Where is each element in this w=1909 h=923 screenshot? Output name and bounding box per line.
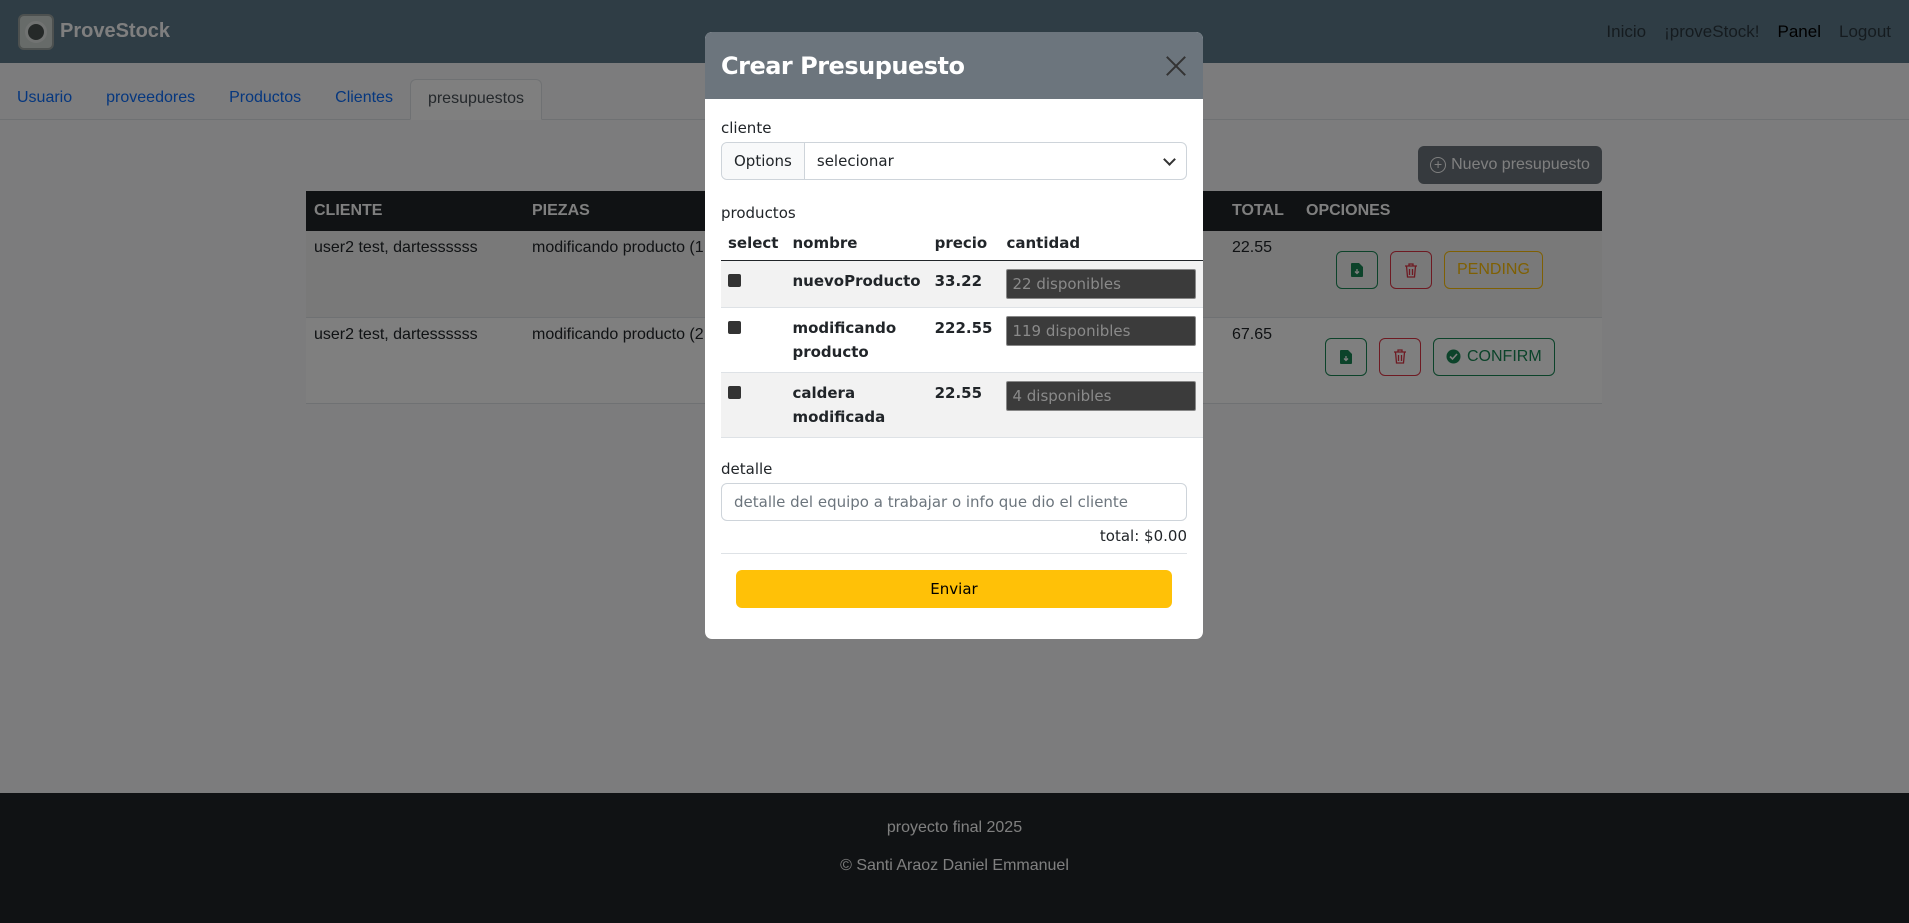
- modal-body: cliente Options selecionar productos sel…: [705, 119, 1203, 608]
- cliente-input-group: Options selecionar: [721, 142, 1187, 180]
- quantity-input[interactable]: 119 disponibles: [1006, 316, 1197, 346]
- products-table: select nombre precio cantidad nuevoProdu…: [721, 226, 1203, 438]
- options-addon: Options: [722, 143, 805, 179]
- product-name: nuevoProducto: [785, 260, 928, 308]
- product-price: 33.22: [927, 260, 1000, 308]
- product-row: caldera modificada 22.55 4 disponibles: [721, 372, 1203, 438]
- quantity-input[interactable]: 22 disponibles: [1006, 269, 1197, 299]
- close-icon[interactable]: [1165, 55, 1187, 77]
- quantity-input[interactable]: 4 disponibles: [1006, 381, 1197, 411]
- products-header-row: select nombre precio cantidad: [721, 226, 1203, 261]
- product-row: modificando producto 222.55 119 disponib…: [721, 307, 1203, 373]
- submit-button[interactable]: Enviar: [736, 570, 1172, 608]
- cliente-select[interactable]: selecionar: [805, 143, 1186, 179]
- productos-label: productos: [721, 204, 796, 222]
- chevron-down-icon: [1163, 152, 1176, 166]
- detalle-label: detalle: [721, 460, 773, 478]
- product-row: nuevoProducto 33.22 22 disponibles: [721, 260, 1203, 308]
- column-header-cantidad: cantidad: [999, 226, 1203, 261]
- cliente-label: cliente: [721, 119, 772, 137]
- column-header-precio: precio: [927, 226, 1000, 261]
- column-header-nombre: nombre: [785, 226, 928, 261]
- detalle-input[interactable]: detalle del equipo a trabajar o info que…: [721, 483, 1187, 521]
- product-price: 222.55: [927, 307, 1000, 373]
- total-amount: total: $0.00: [721, 527, 1187, 554]
- product-checkbox[interactable]: [728, 386, 741, 399]
- product-checkbox[interactable]: [728, 321, 741, 334]
- modal-header: Crear Presupuesto: [705, 32, 1203, 99]
- cliente-select-value: selecionar: [816, 152, 894, 170]
- product-name: modificando producto: [785, 307, 928, 373]
- product-name: caldera modificada: [785, 372, 928, 438]
- create-budget-modal: Crear Presupuesto cliente Options seleci…: [705, 32, 1203, 639]
- product-checkbox[interactable]: [728, 274, 741, 287]
- modal-title: Crear Presupuesto: [721, 51, 965, 80]
- product-price: 22.55: [927, 372, 1000, 438]
- column-header-select: select: [721, 226, 786, 261]
